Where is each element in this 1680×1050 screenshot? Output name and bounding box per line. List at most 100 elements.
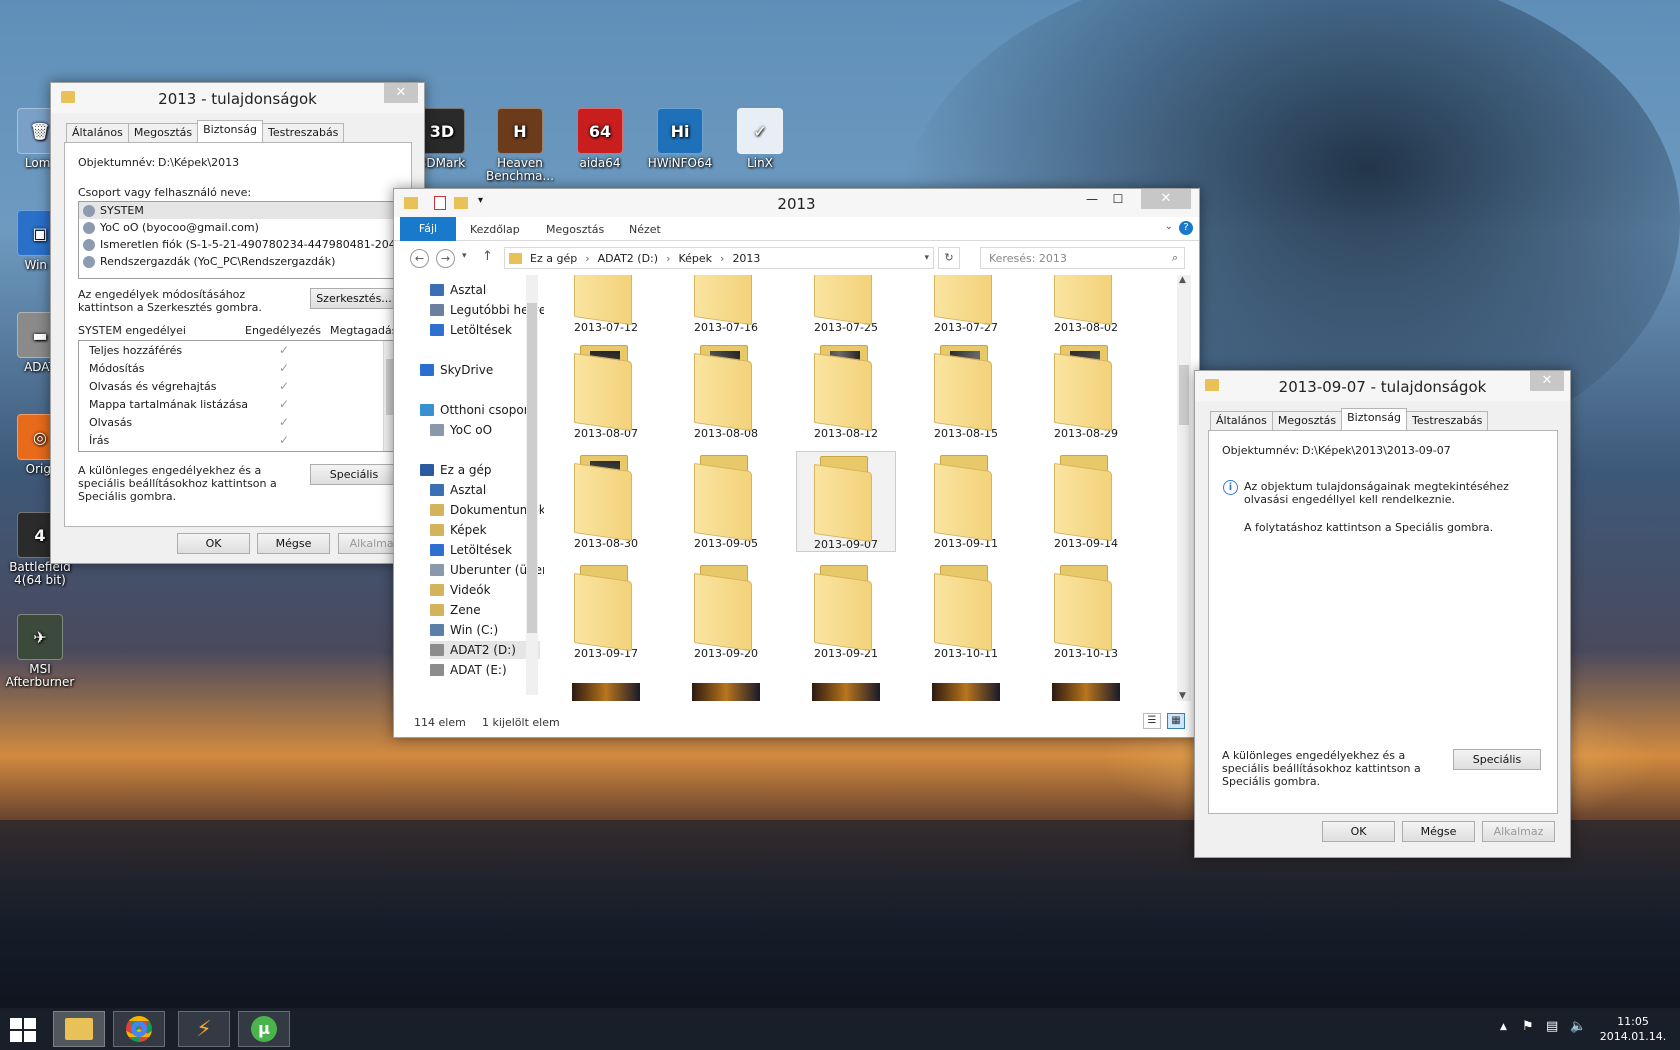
desktop-icon[interactable]: ✓ LinX — [720, 108, 800, 170]
chrome-taskbar-button[interactable] — [113, 1011, 165, 1047]
clock[interactable]: 11:05 2014.01.14. — [1598, 1014, 1668, 1044]
large-icons-view-icon[interactable]: ▦ — [1167, 713, 1185, 729]
nav-item[interactable]: Otthoni csoport — [420, 401, 533, 419]
special-button[interactable]: Speciális — [310, 464, 398, 485]
chevron-down-icon[interactable]: ▾ — [924, 253, 929, 263]
tab-sharing[interactable]: Megosztás — [127, 123, 199, 142]
tab-share[interactable]: Megosztás — [546, 223, 604, 236]
expand-ribbon-icon[interactable]: ⌄ — [1165, 221, 1173, 232]
close-button[interactable]: ✕ — [384, 83, 418, 103]
folder-item[interactable]: 2013-10-13 — [1036, 561, 1136, 660]
nav-item[interactable]: Letöltések — [430, 541, 512, 559]
folder-item[interactable]: 2013-08-12 — [796, 341, 896, 440]
folder-item[interactable]: 2013-09-11 — [916, 451, 1016, 550]
folder-item[interactable]: 2013-08-15 — [916, 341, 1016, 440]
utorrent-taskbar-button[interactable]: µ — [238, 1011, 290, 1047]
nav-item[interactable]: YoC oO — [430, 421, 492, 439]
cancel-button[interactable]: Mégse — [1402, 821, 1475, 842]
up-button[interactable]: ↑ — [482, 249, 493, 264]
nav-item[interactable]: ADAT (E:) — [430, 661, 507, 679]
back-button[interactable]: ← — [410, 249, 429, 268]
tab-customize[interactable]: Testreszabás — [1406, 411, 1489, 430]
file-explorer-taskbar-button[interactable] — [53, 1011, 105, 1047]
folder-thumbnail-partial[interactable] — [812, 683, 880, 701]
address-bar[interactable]: Ez a gép › ADAT2 (D:) › Képek › 2013 ▾ — [504, 247, 934, 269]
breadcrumb-drive[interactable]: ADAT2 (D:) — [598, 252, 658, 265]
folder-item[interactable]: 2013-09-20 — [676, 561, 776, 660]
tab-general[interactable]: Általános — [66, 123, 129, 142]
tab-customize[interactable]: Testreszabás — [262, 123, 345, 142]
folder-item[interactable]: 2013-09-05 — [676, 451, 776, 550]
folder-item[interactable]: 2013-08-08 — [676, 341, 776, 440]
tab-file[interactable]: Fájl — [400, 217, 456, 241]
search-input[interactable]: Keresés: 2013 ⌕ — [980, 247, 1185, 269]
folder-thumbnail-partial[interactable] — [572, 683, 640, 701]
user-list-item[interactable]: SYSTEM — [79, 202, 397, 219]
breadcrumb-this-pc[interactable]: Ez a gép — [530, 252, 577, 265]
folder-item[interactable]: 2013-08-07 — [556, 341, 656, 440]
nav-item[interactable]: Asztal — [430, 281, 486, 299]
cancel-button[interactable]: Mégse — [257, 533, 330, 554]
desktop-icon[interactable]: H Heaven Benchma... — [480, 108, 560, 183]
folder-thumbnail-partial[interactable] — [692, 683, 760, 701]
users-list[interactable]: SYSTEM YoC oO (byocoo@gmail.com) Ismeretle… — [78, 201, 398, 279]
nav-item[interactable]: Képek — [430, 521, 487, 539]
user-list-item[interactable]: YoC oO (byocoo@gmail.com) — [79, 219, 397, 236]
user-list-item[interactable]: Ismeretlen fiók (S-1-5-21-490780234-4479… — [79, 236, 397, 253]
folder-thumbnail-partial[interactable] — [1052, 683, 1120, 701]
desktop-icon[interactable]: ✈ MSI Afterburner — [0, 614, 80, 689]
3dmark-taskbar-button[interactable]: ⚡ — [178, 1011, 230, 1047]
nav-item[interactable]: Ez a gép — [420, 461, 491, 479]
folder-item[interactable]: 2013-08-30 — [556, 451, 656, 550]
details-view-icon[interactable]: ☰ — [1143, 713, 1161, 729]
breadcrumb-2013[interactable]: 2013 — [732, 252, 760, 265]
tray-expand-icon[interactable]: ▲ — [1500, 1022, 1507, 1032]
folder-item[interactable]: 2013-08-29 — [1036, 341, 1136, 440]
ok-button[interactable]: OK — [1322, 821, 1395, 842]
apply-button[interactable]: Alkalmaz — [1482, 821, 1555, 842]
ok-button[interactable]: OK — [177, 533, 250, 554]
scroll-thumb[interactable] — [1179, 365, 1189, 425]
nav-item[interactable]: ADAT2 (D:) — [430, 641, 540, 659]
tab-view[interactable]: Nézet — [629, 223, 661, 236]
edit-button[interactable]: Szerkesztés... — [310, 288, 398, 309]
nav-item[interactable]: Letöltések — [430, 321, 512, 339]
user-list-item[interactable]: Rendszergazdák (YoC_PC\Rendszergazdák) — [79, 253, 397, 270]
network-icon[interactable]: ▤ — [1546, 1019, 1558, 1034]
close-button[interactable]: ✕ — [1530, 371, 1564, 391]
minimize-button[interactable]: — — [1079, 189, 1105, 209]
breadcrumb-pictures[interactable]: Képek — [678, 252, 712, 265]
nav-item[interactable]: Win (C:) — [430, 621, 498, 639]
folder-thumbnail-partial[interactable] — [932, 683, 1000, 701]
folder-item[interactable]: 2013-09-21 — [796, 561, 896, 660]
recent-dropdown-icon[interactable]: ▾ — [462, 251, 467, 261]
nav-item[interactable]: Videók — [430, 581, 491, 599]
desktop-icon[interactable]: Hi HWiNFO64 — [640, 108, 720, 170]
help-icon[interactable]: ? — [1179, 221, 1193, 235]
nav-item[interactable]: Asztal — [430, 481, 486, 499]
tab-general[interactable]: Általános — [1210, 411, 1273, 430]
folder-item[interactable]: 2013-09-17 — [556, 561, 656, 660]
nav-item[interactable]: SkyDrive — [420, 361, 493, 379]
start-button[interactable] — [10, 1018, 38, 1042]
desktop-icon[interactable]: 64 aida64 — [560, 108, 640, 170]
nav-scrollbar[interactable] — [526, 275, 538, 695]
forward-button[interactable]: → — [436, 249, 455, 268]
refresh-button[interactable]: ↻ — [938, 247, 960, 269]
folder-item[interactable]: 2013-09-07 — [796, 451, 896, 552]
nav-item[interactable]: Zene — [430, 601, 481, 619]
folder-item[interactable]: 2013-08-02 — [1036, 275, 1136, 334]
folder-item[interactable]: 2013-07-16 — [676, 275, 776, 334]
tab-sharing[interactable]: Megosztás — [1271, 411, 1343, 430]
tab-security[interactable]: Biztonság — [197, 120, 263, 142]
folder-item[interactable]: 2013-07-27 — [916, 275, 1016, 334]
scroll-thumb[interactable] — [527, 303, 537, 633]
folder-item[interactable]: 2013-07-12 — [556, 275, 656, 334]
folder-item[interactable]: 2013-10-11 — [916, 561, 1016, 660]
tab-security[interactable]: Biztonság — [1341, 408, 1407, 430]
content-scrollbar[interactable]: ▲ ▼ — [1177, 275, 1191, 701]
folder-item[interactable]: 2013-07-25 — [796, 275, 896, 334]
maximize-button[interactable]: ☐ — [1105, 189, 1131, 209]
volume-icon[interactable]: 🔈 — [1570, 1019, 1586, 1034]
tab-home[interactable]: Kezdőlap — [470, 223, 520, 236]
